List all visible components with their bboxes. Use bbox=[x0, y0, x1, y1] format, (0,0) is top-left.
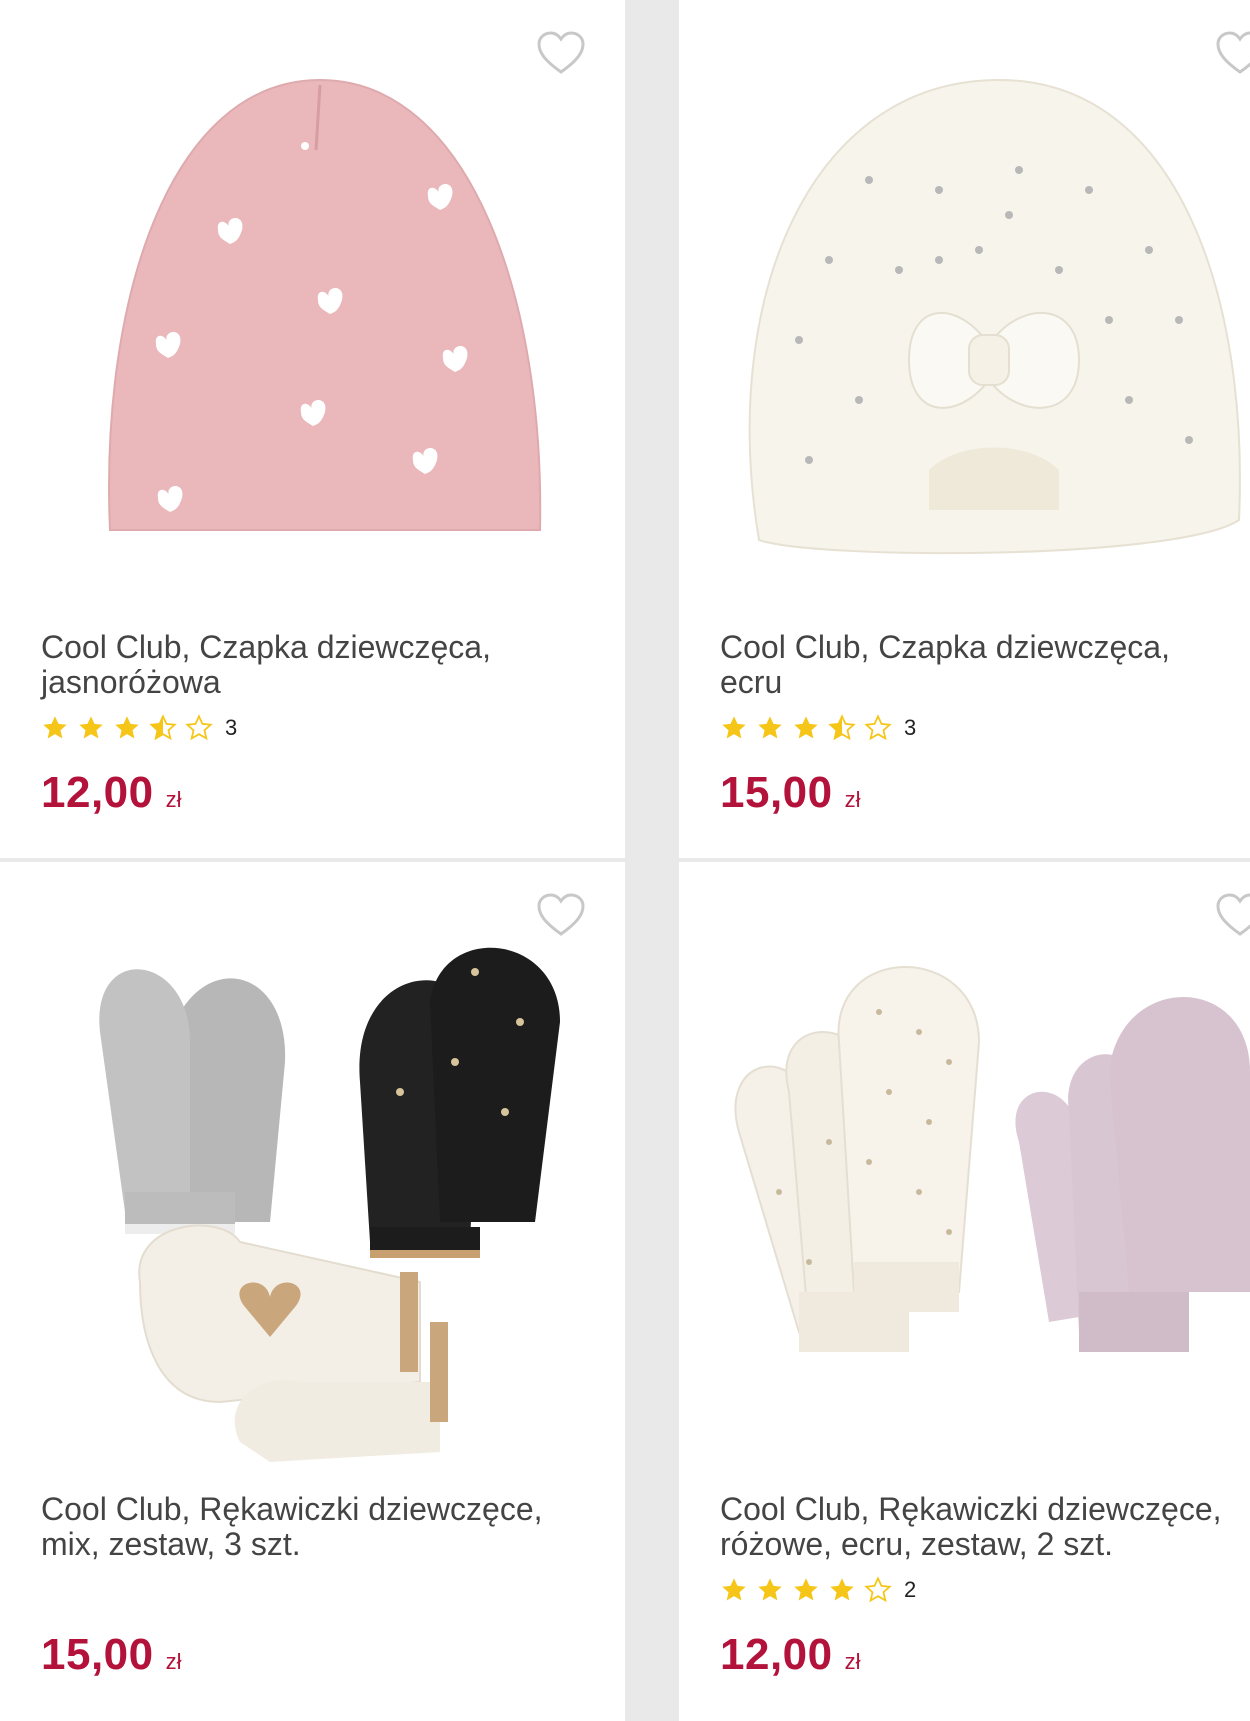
product-price: 15,00 zł bbox=[720, 768, 861, 818]
star-full-icon bbox=[758, 1578, 782, 1601]
rating-count: 2 bbox=[904, 1577, 917, 1602]
heart-outline-icon[interactable] bbox=[1215, 30, 1250, 76]
star-half-icon bbox=[149, 714, 177, 741]
price-currency: zł bbox=[165, 1649, 182, 1674]
star-full-icon bbox=[722, 716, 746, 739]
product-card[interactable]: Cool Club, Czapka dziewczęca, jasnoróżow… bbox=[0, 0, 625, 858]
star-empty-icon bbox=[864, 1576, 892, 1603]
star-full-icon bbox=[794, 716, 818, 739]
price-currency: zł bbox=[844, 1649, 861, 1674]
star-full-icon bbox=[79, 716, 103, 739]
star-full-icon bbox=[794, 1578, 818, 1601]
product-image-ecru-turban[interactable] bbox=[679, 0, 1250, 600]
star-empty-icon bbox=[185, 714, 213, 741]
heart-outline-icon[interactable] bbox=[536, 30, 586, 76]
heart-outline-icon[interactable] bbox=[1215, 892, 1250, 938]
product-price: 12,00 zł bbox=[720, 1630, 861, 1680]
rating-count: 3 bbox=[225, 715, 238, 740]
product-grid: Cool Club, Czapka dziewczęca, jasnoróżow… bbox=[0, 0, 1250, 1721]
star-full-icon bbox=[758, 716, 782, 739]
price-value: 15,00 bbox=[720, 768, 833, 817]
heart-outline-icon[interactable] bbox=[536, 892, 586, 938]
price-value: 12,00 bbox=[41, 768, 154, 817]
product-price: 12,00 zł bbox=[41, 768, 182, 818]
product-card[interactable]: Cool Club, Rękawiczki dziewczęce, mix, z… bbox=[0, 862, 625, 1721]
product-card[interactable]: Cool Club, Rękawiczki dziewczęce, różowe… bbox=[679, 862, 1250, 1721]
star-full-icon bbox=[115, 716, 139, 739]
star-empty-icon bbox=[864, 714, 892, 741]
price-currency: zł bbox=[844, 787, 861, 812]
price-currency: zł bbox=[165, 787, 182, 812]
product-image-mittens-2[interactable] bbox=[679, 862, 1250, 1462]
price-value: 12,00 bbox=[720, 1630, 833, 1679]
product-image-pink-beanie[interactable] bbox=[0, 0, 625, 600]
product-title[interactable]: Cool Club, Czapka dziewczęca, jasnoróżow… bbox=[41, 630, 581, 700]
price-value: 15,00 bbox=[41, 1630, 154, 1679]
product-price: 15,00 zł bbox=[41, 1630, 182, 1680]
product-rating: 3 bbox=[720, 712, 916, 744]
product-title[interactable]: Cool Club, Rękawiczki dziewczęce, mix, z… bbox=[41, 1492, 581, 1562]
star-full-icon bbox=[830, 1578, 854, 1601]
product-title[interactable]: Cool Club, Czapka dziewczęca, ecru bbox=[720, 630, 1220, 700]
star-half-icon bbox=[828, 714, 856, 741]
rating-count: 3 bbox=[904, 715, 917, 740]
product-card[interactable]: Cool Club, Czapka dziewczęca, ecru 3 15,… bbox=[679, 0, 1250, 858]
product-title[interactable]: Cool Club, Rękawiczki dziewczęce, różowe… bbox=[720, 1492, 1240, 1562]
product-rating: 3 bbox=[41, 712, 237, 744]
product-image-mittens-3[interactable] bbox=[0, 862, 625, 1462]
product-rating: 2 bbox=[720, 1574, 916, 1606]
star-full-icon bbox=[722, 1578, 746, 1601]
star-full-icon bbox=[43, 716, 67, 739]
